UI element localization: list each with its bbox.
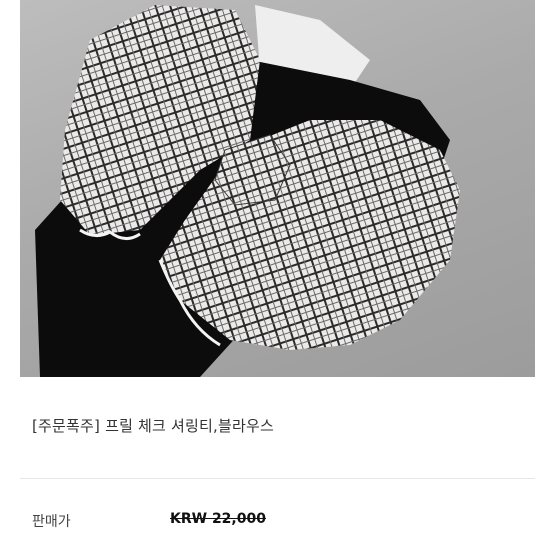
blouse-illustration [35, 5, 460, 377]
price-label: 판매가 [32, 514, 71, 530]
product-title[interactable]: [주문폭주] 프릴 체크 셔링티,블라우스 [32, 415, 274, 436]
divider [20, 478, 535, 479]
product-photo[interactable] [20, 0, 535, 377]
price-value: KRW 22,000 [170, 511, 266, 527]
